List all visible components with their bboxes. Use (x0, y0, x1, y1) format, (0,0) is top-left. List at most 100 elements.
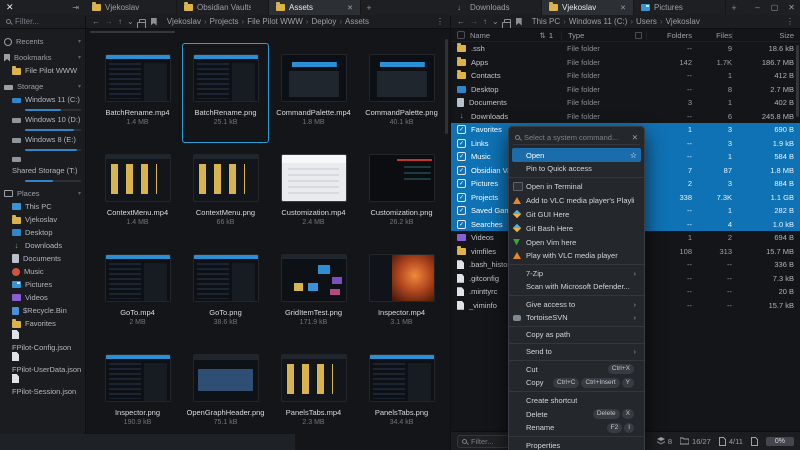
sidebar-item[interactable]: Desktop ▾ (0, 226, 85, 239)
tab[interactable]: Downloads ✕ (450, 0, 542, 15)
context-menu-item[interactable]: Open in Terminal (509, 179, 644, 193)
context-menu-item[interactable]: Rename F2 I (509, 421, 644, 437)
up-icon[interactable]: ↑ (118, 17, 122, 26)
file-thumbnail[interactable] (105, 154, 171, 202)
back-icon[interactable]: ← (457, 17, 465, 26)
tab[interactable]: Vjekoslav ✕ (85, 0, 177, 15)
breadcrumb-item[interactable]: Deploy (306, 17, 337, 26)
context-menu-item[interactable]: Git GUI Here (509, 207, 644, 221)
up-icon[interactable]: ↑ (483, 17, 487, 26)
column-header-name[interactable]: Name ⇅ 1 (470, 31, 561, 40)
maximize-button[interactable]: ▢ (766, 0, 783, 15)
sidebar-item[interactable]: Videos ▾ (0, 291, 85, 304)
context-menu-item[interactable]: Copy Ctrl+C Ctrl+Insert Y (509, 376, 644, 392)
context-menu-item[interactable]: Delete Delete X (509, 407, 644, 421)
file-thumbnail[interactable] (105, 54, 171, 102)
context-menu-item[interactable]: Send to (509, 345, 644, 361)
file-thumbnail[interactable] (281, 354, 347, 402)
column-header-size[interactable]: Size (732, 31, 794, 40)
grid-item[interactable]: Customization.png 26.2 kB (358, 143, 445, 243)
context-menu-item[interactable]: Pin to Quick access (509, 162, 644, 178)
file-thumbnail[interactable] (369, 354, 435, 402)
context-menu-item[interactable]: TortoiseSVN (509, 311, 644, 327)
sidebar-item[interactable]: Pictures ▾ (0, 278, 85, 291)
duplicate-pane-icon[interactable] (504, 19, 511, 25)
row-checkbox[interactable]: ✓ (457, 193, 466, 202)
sidebar-item[interactable]: Downloads ▾ (0, 239, 85, 252)
context-menu-item[interactable]: Copy as path (509, 328, 644, 344)
close-window-button[interactable]: ✕ (783, 0, 800, 15)
tab[interactable]: Assets ✕ (269, 0, 361, 15)
select-all-checkbox[interactable] (457, 31, 465, 39)
history-expand-icon[interactable]: ⌄ (492, 17, 499, 26)
grid-item[interactable]: CommandPalette.mp4 1.8 MB (270, 43, 357, 143)
file-thumbnail[interactable] (193, 254, 259, 302)
grid-item[interactable]: GridItemTest.png 171.9 kB (270, 243, 357, 343)
sort-indicator[interactable]: ⇅ 1 (540, 31, 561, 40)
table-row[interactable]: ✓ Contacts File folder -- 1 412 B (451, 69, 800, 83)
command-search-input[interactable]: Select a system command... ✕ (513, 130, 640, 145)
chevron-down-icon[interactable]: ▾ (78, 190, 81, 197)
new-tab-button[interactable]: + (361, 0, 377, 15)
grid-item[interactable]: OpenGraphHeader.png 75.1 kB (182, 343, 269, 443)
file-thumbnail[interactable] (193, 54, 259, 102)
vertical-scrollbar[interactable] (796, 45, 799, 117)
sidebar-item[interactable]: Documents ▾ (0, 252, 85, 265)
file-thumbnail[interactable] (281, 254, 347, 302)
forward-icon[interactable]: → (105, 17, 113, 26)
sidebar-item[interactable]: FPilot-Session.json ▾ (0, 374, 85, 396)
pane-menu-icon[interactable]: ⋮ (436, 17, 444, 26)
table-row[interactable]: ✓ Documents File folder 3 1 402 B (451, 96, 800, 110)
grid-item[interactable]: PanelsTabs.png 34.4 kB (358, 343, 445, 443)
chevron-down-icon[interactable]: ▾ (78, 54, 81, 61)
sidebar-item[interactable]: Shared Storage (T:) ▾ (0, 153, 85, 184)
grid-item[interactable]: ContextMenu.png 66 kB (182, 143, 269, 243)
context-menu-item[interactable]: Create shortcut (509, 393, 644, 407)
breadcrumb-item[interactable]: Vjekoslav (660, 17, 700, 26)
forward-icon[interactable]: → (470, 17, 478, 26)
file-thumbnail[interactable] (105, 354, 171, 402)
grid-item[interactable]: PanelsTabs.mp4 2.3 MB (270, 343, 357, 443)
file-thumbnail[interactable] (369, 254, 435, 302)
vertical-scrollbar[interactable] (445, 39, 448, 134)
tab[interactable]: Vjekoslav ✕ (542, 0, 634, 15)
table-row[interactable]: ✓ .ssh File folder -- 9 18.6 kB (451, 42, 800, 56)
tab-close-icon[interactable]: ✕ (620, 4, 626, 12)
context-menu-item[interactable]: Play with VLC media player (509, 249, 644, 265)
row-checkbox[interactable]: ✓ (457, 125, 466, 134)
context-menu-item[interactable]: Open Vim here (509, 235, 644, 249)
sidebar-item[interactable]: FPilot-Config.json ▾ (0, 330, 85, 352)
context-menu-item[interactable]: Open (512, 148, 641, 162)
sidebar-item[interactable]: Windows 11 (C:) ▾ (0, 93, 85, 113)
new-tab-button[interactable]: + (726, 0, 742, 15)
row-checkbox[interactable]: ✓ (457, 220, 466, 229)
grid-item[interactable]: Customization.mp4 2.4 MB (270, 143, 357, 243)
sidebar-item[interactable]: $Recycle.Bin ▾ (0, 304, 85, 317)
grid-item[interactable]: CommandPalette.png 40.1 kB (358, 43, 445, 143)
duplicate-pane-icon[interactable] (139, 19, 146, 25)
context-menu-item[interactable]: Git Bash Here (509, 221, 644, 235)
context-menu-item[interactable]: Cut Ctrl+X (509, 362, 644, 376)
table-row[interactable]: ✓ Desktop File folder -- 8 2.7 MB (451, 83, 800, 97)
context-menu-item[interactable]: Give access to (509, 297, 644, 311)
tab[interactable]: Pictures ✕ (634, 0, 726, 15)
grid-item[interactable]: BatchRename.mp4 1.4 MB (94, 43, 181, 143)
sidebar-item[interactable]: FPilot-UserData.json ▾ (0, 352, 85, 374)
table-row[interactable]: ✓ Apps File folder 142 1.7K 186.7 MB (451, 56, 800, 70)
back-icon[interactable]: ← (92, 17, 100, 26)
chevron-down-icon[interactable]: ▾ (78, 83, 81, 90)
breadcrumb-item[interactable]: Projects (204, 17, 239, 26)
sidebar-item[interactable]: Places ▾ (0, 187, 85, 200)
sidebar-item[interactable]: Music ▾ (0, 265, 85, 278)
sidebar-item[interactable]: Favorites ▾ (0, 317, 85, 330)
breadcrumb-item[interactable]: This PC (532, 17, 560, 26)
history-expand-icon[interactable]: ⌄ (127, 17, 134, 26)
row-checkbox[interactable]: ✓ (457, 166, 466, 175)
file-thumbnail[interactable] (105, 254, 171, 302)
sidebar-filter-input[interactable]: Filter... (0, 15, 85, 28)
breadcrumb-item[interactable]: File Pilot WWW (242, 17, 303, 26)
column-header-type[interactable]: Type (561, 31, 646, 40)
sidebar-item[interactable]: Storage ▾ (0, 80, 85, 93)
grid-item[interactable]: GoTo.mp4 2 MB (94, 243, 181, 343)
bookmark-icon[interactable] (151, 18, 157, 26)
